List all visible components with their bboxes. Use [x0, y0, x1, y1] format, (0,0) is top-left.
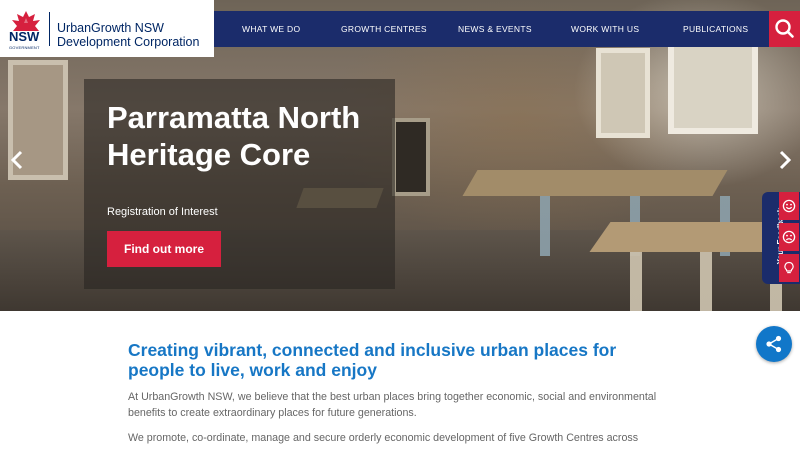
- org-name-line2: Development Corporation: [57, 35, 200, 49]
- nav-item-publications[interactable]: PUBLICATIONS: [683, 11, 748, 47]
- hero-doorway: [392, 118, 430, 196]
- organisation-name: UrbanGrowth NSW Development Corporation: [57, 21, 199, 49]
- chevron-left-icon: [10, 150, 23, 170]
- hero-window-right: [668, 38, 758, 134]
- nsw-government-logo: NSW GOVERNMENT: [8, 10, 44, 50]
- feedback-widget: Your Feedback: [762, 192, 800, 284]
- smile-icon: [782, 199, 796, 213]
- chevron-right-icon: [779, 150, 792, 170]
- nav-item-growth-centres[interactable]: GROWTH CENTRES: [341, 11, 427, 47]
- slider-next-button[interactable]: [776, 149, 794, 171]
- find-out-more-button[interactable]: Find out more: [107, 231, 221, 267]
- logo-divider: [49, 12, 50, 46]
- feedback-positive-button[interactable]: [779, 192, 799, 220]
- nav-item-work-with-us[interactable]: WORK WITH US: [571, 11, 639, 47]
- share-icon: [766, 335, 782, 353]
- slider-prev-button[interactable]: [8, 149, 26, 171]
- intro-paragraph: At UrbanGrowth NSW, we believe that the …: [128, 391, 657, 419]
- nav-item-news-events[interactable]: NEWS & EVENTS: [458, 11, 532, 47]
- government-wordmark: GOVERNMENT: [9, 45, 40, 50]
- intro-heading: Creating vibrant, connected and inclusiv…: [128, 340, 617, 380]
- lightbulb-icon: [784, 261, 794, 274]
- main-navigation: WHAT WE DO GROWTH CENTRES NEWS & EVENTS …: [214, 11, 769, 47]
- hero-title: Parramatta North Heritage Core: [107, 100, 361, 172]
- nsw-wordmark: NSW: [9, 29, 40, 44]
- hero-window-mid: [596, 48, 650, 138]
- frown-icon: [782, 230, 796, 244]
- feedback-negative-button[interactable]: [779, 223, 799, 251]
- hero-subtitle: Registration of Interest: [107, 206, 218, 218]
- search-icon: [775, 19, 794, 38]
- site-logo[interactable]: NSW GOVERNMENT UrbanGrowth NSW Developme…: [0, 0, 214, 57]
- growth-centres-paragraph: We promote, co-ordinate, manage and secu…: [128, 432, 639, 444]
- share-button[interactable]: [756, 326, 792, 362]
- search-button[interactable]: [769, 11, 800, 47]
- hero-table-mid: [462, 170, 728, 196]
- feedback-idea-button[interactable]: [779, 254, 799, 282]
- nav-item-what-we-do[interactable]: WHAT WE DO: [242, 11, 300, 47]
- org-name-line1: UrbanGrowth NSW: [57, 21, 164, 35]
